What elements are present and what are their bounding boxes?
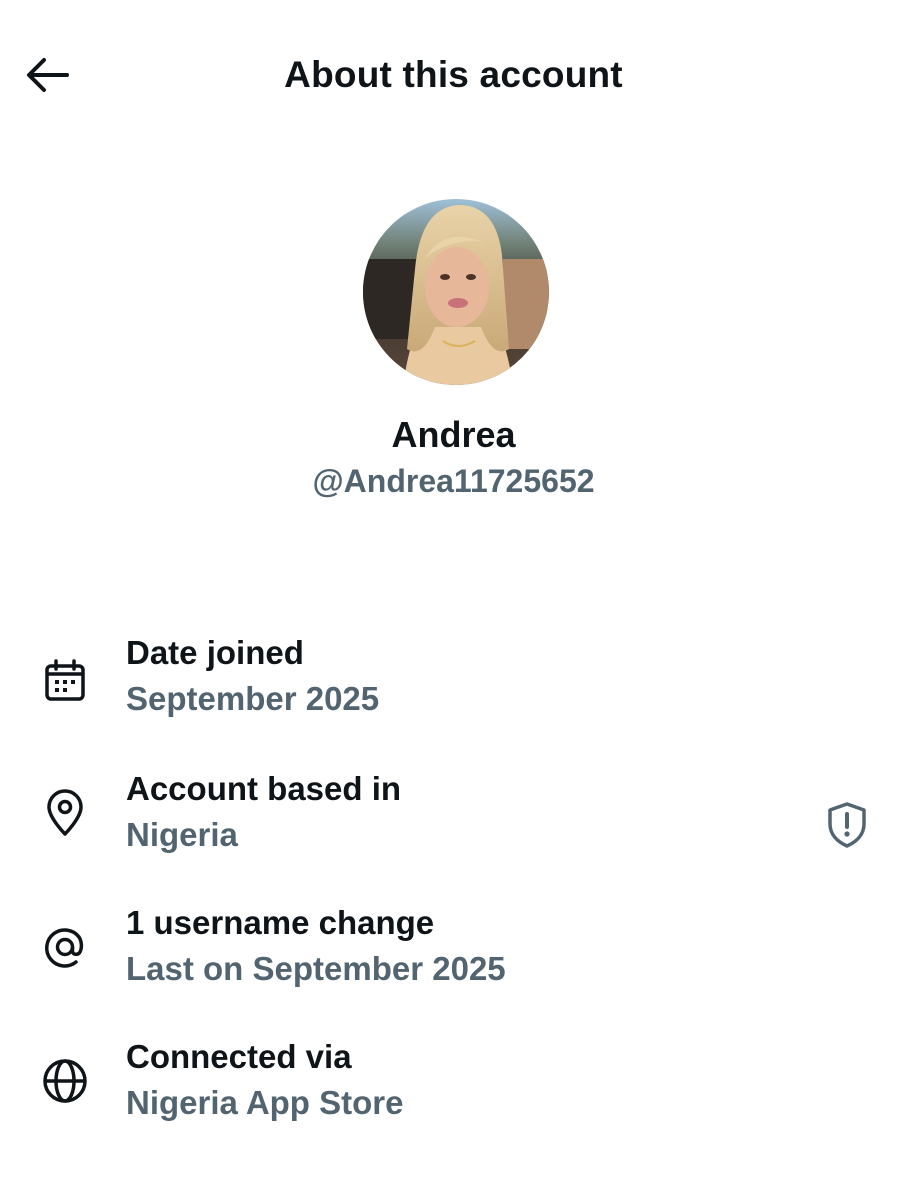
row-title: Date joined <box>126 634 304 671</box>
row-value: Last on September 2025 <box>126 950 506 987</box>
row-title: Account based in <box>126 770 402 807</box>
globe-icon <box>38 1054 92 1108</box>
row-value: Nigeria <box>126 816 238 853</box>
row-value: Nigeria App Store <box>126 1084 404 1121</box>
at-sign-icon <box>38 920 92 974</box>
account-based-in-row: Account based in Nigeria <box>0 770 907 870</box>
shield-alert-icon[interactable] <box>820 798 874 852</box>
avatar[interactable] <box>363 199 549 385</box>
row-value: September 2025 <box>126 680 380 717</box>
connected-via-row: Connected via Nigeria App Store <box>0 1038 907 1138</box>
page-title: About this account <box>284 54 623 95</box>
row-title: 1 username change <box>126 904 435 941</box>
date-joined-row: Date joined September 2025 <box>0 634 907 734</box>
location-pin-icon <box>38 786 92 840</box>
display-name: Andrea <box>391 414 516 455</box>
header: About this account <box>0 0 907 150</box>
row-title: Connected via <box>126 1038 352 1075</box>
username-handle: @Andrea11725652 <box>312 463 595 499</box>
calendar-icon <box>38 654 92 708</box>
username-change-row: 1 username change Last on September 2025 <box>0 904 907 1004</box>
